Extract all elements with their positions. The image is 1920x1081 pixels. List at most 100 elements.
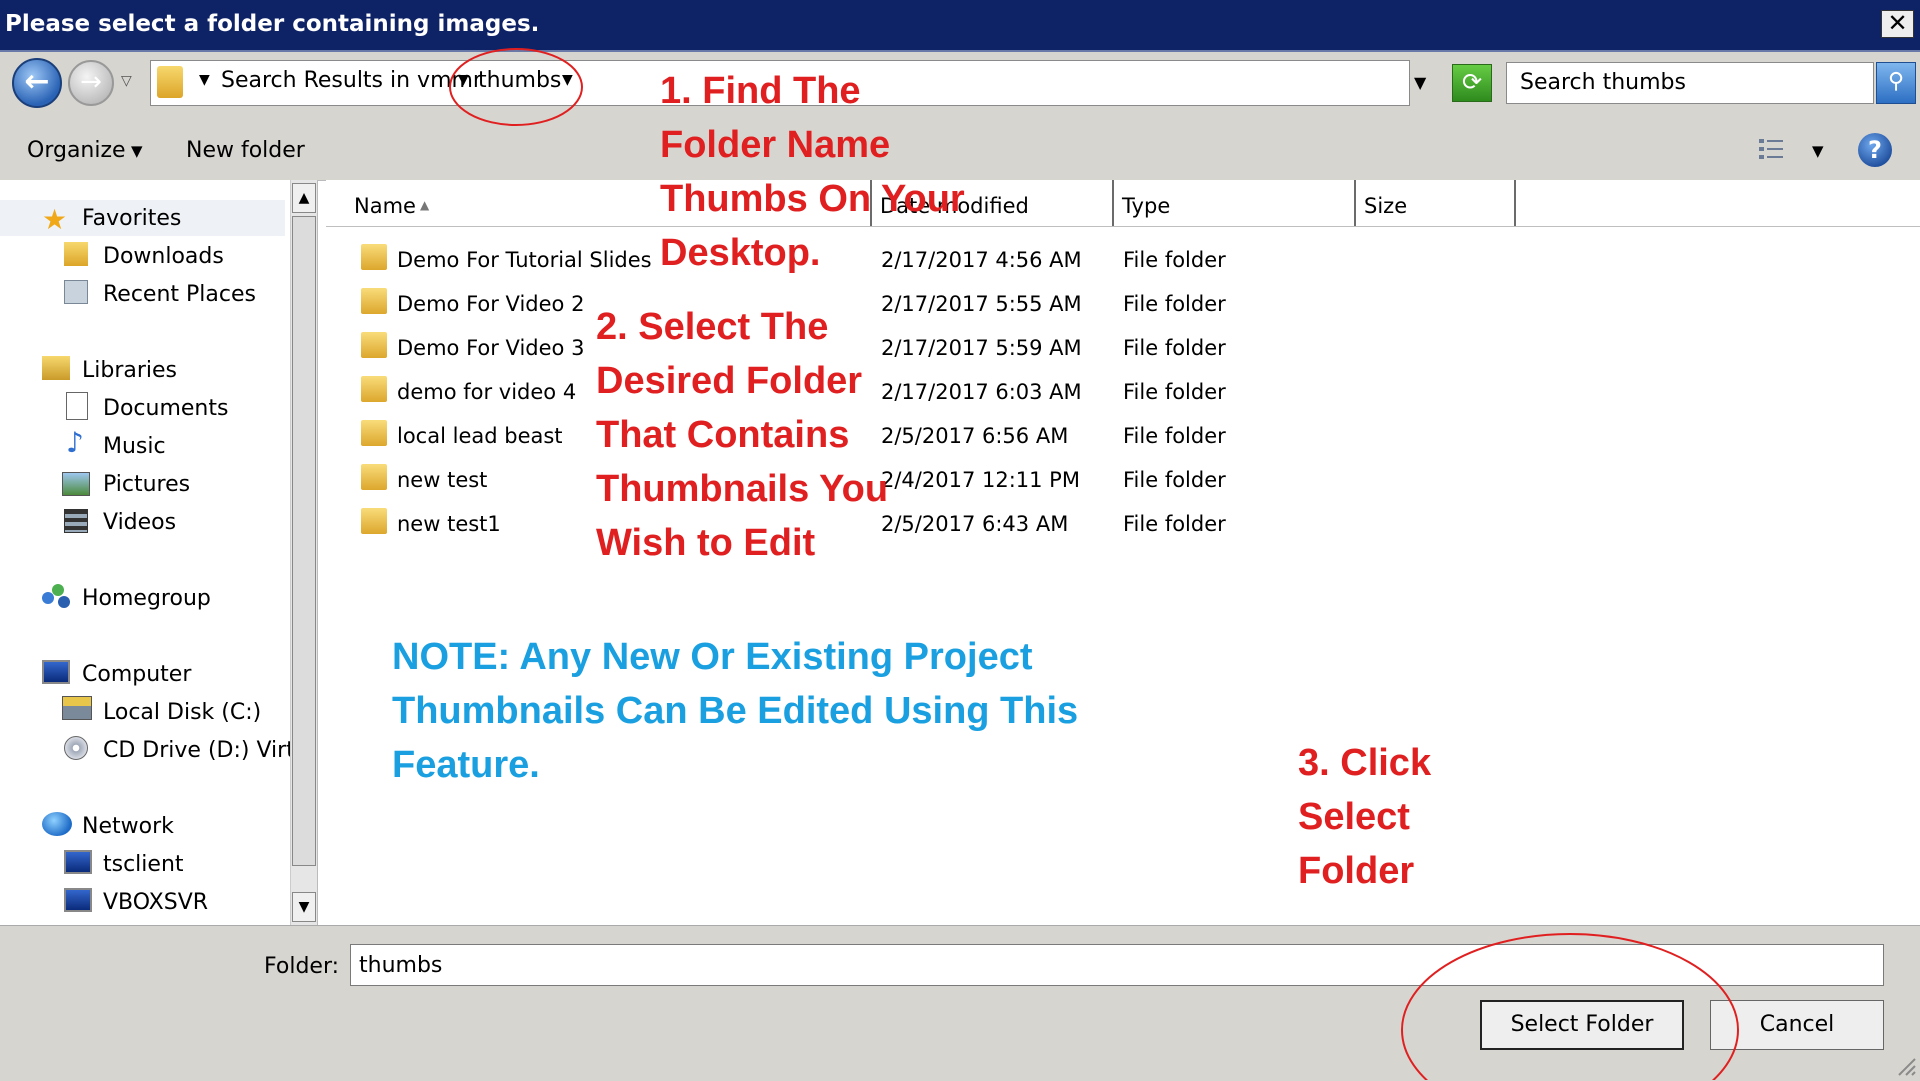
file-type: File folder	[1123, 380, 1226, 404]
folder-name-input[interactable]	[350, 944, 1884, 986]
window-title: Please select a folder containing images…	[5, 11, 540, 37]
annotation-note: NOTE: Any New Or Existing Project Thumbn…	[392, 630, 1078, 792]
star-icon: ★	[42, 203, 68, 236]
help-button[interactable]: ?	[1858, 133, 1892, 167]
folder-icon	[361, 332, 387, 358]
libraries-icon	[42, 356, 70, 380]
nav-computer[interactable]: Computer	[82, 662, 191, 687]
file-date: 2/17/2017 5:55 AM	[881, 292, 1082, 316]
nav-pictures[interactable]: Pictures	[103, 472, 190, 497]
refresh-icon: ⟳	[1461, 68, 1483, 96]
select-folder-button[interactable]: Select Folder	[1480, 1000, 1684, 1050]
column-size[interactable]: Size	[1364, 194, 1407, 218]
annotation-line: Thumbs On Your	[660, 178, 965, 220]
pictures-icon	[62, 472, 90, 496]
file-date: 2/17/2017 6:03 AM	[881, 380, 1082, 404]
new-folder-button[interactable]: New folder	[186, 138, 305, 163]
nav-homegroup[interactable]: Homegroup	[82, 586, 211, 611]
address-dropdown-icon[interactable]: ▼	[1414, 73, 1426, 92]
annotation-line: 2. Select The	[596, 306, 829, 348]
documents-icon	[66, 392, 88, 420]
cancel-button[interactable]: Cancel	[1710, 1000, 1884, 1050]
organize-dropdown-icon[interactable]: ▼	[131, 142, 143, 160]
refresh-button[interactable]: ⟳	[1452, 64, 1492, 102]
column-name[interactable]: Name	[354, 194, 416, 218]
breadcrumb-search-results[interactable]: Search Results in vmmr	[221, 68, 482, 93]
column-separator[interactable]	[1112, 180, 1114, 226]
nav-network[interactable]: Network	[82, 814, 174, 839]
nav-documents[interactable]: Documents	[103, 396, 228, 421]
folder-icon	[361, 464, 387, 490]
forward-arrow-icon: →	[80, 67, 102, 97]
file-name: Demo For Video 3	[397, 336, 585, 360]
column-type[interactable]: Type	[1122, 194, 1170, 218]
file-name: Demo For Tutorial Slides	[397, 248, 652, 272]
views-dropdown-icon[interactable]: ▼	[1812, 142, 1824, 160]
help-icon: ?	[1868, 136, 1882, 164]
views-icon[interactable]	[1757, 136, 1787, 162]
file-type: File folder	[1123, 248, 1226, 272]
back-button[interactable]: ←	[12, 58, 62, 108]
computer-icon	[42, 660, 70, 684]
scroll-up-icon[interactable]: ▲	[292, 183, 316, 213]
annotation-line: 1. Find The	[660, 70, 861, 112]
folder-icon	[361, 244, 387, 270]
breadcrumb-arrow-icon[interactable]: ▼	[458, 72, 469, 88]
file-type: File folder	[1123, 292, 1226, 316]
organize-menu[interactable]: Organize	[27, 138, 126, 163]
folder-label: Folder:	[264, 954, 340, 979]
breadcrumb-arrow-icon[interactable]: ▼	[562, 72, 573, 88]
file-type: File folder	[1123, 512, 1226, 536]
close-button[interactable]: ✕	[1881, 10, 1914, 38]
annotation-line: Folder	[1298, 850, 1415, 892]
forward-button[interactable]: →	[68, 60, 114, 106]
folder-icon	[361, 288, 387, 314]
breadcrumb-thumbs[interactable]: thumbs	[478, 68, 561, 93]
annotation-line: Desired Folder	[596, 360, 863, 402]
downloads-folder-icon	[64, 242, 88, 266]
videos-icon	[64, 509, 88, 533]
nav-recent-places[interactable]: Recent Places	[103, 282, 256, 307]
nav-vboxsvr[interactable]: VBOXSVR	[103, 890, 208, 915]
annotation-line: 3. Click	[1298, 742, 1432, 784]
back-arrow-icon: ←	[24, 64, 50, 99]
file-date: 2/17/2017 5:59 AM	[881, 336, 1082, 360]
breadcrumb-arrow-icon[interactable]: ▼	[199, 72, 210, 88]
file-date: 2/5/2017 6:56 AM	[881, 424, 1069, 448]
annotation-step3: 3. Click Select Folder	[1298, 736, 1431, 898]
homegroup-icon	[42, 584, 72, 610]
search-input[interactable]: Search thumbs	[1520, 70, 1686, 95]
scrollbar-thumb[interactable]	[292, 216, 316, 866]
scroll-down-icon[interactable]: ▼	[292, 892, 316, 922]
annotation-line: NOTE: Any New Or Existing Project	[392, 636, 1033, 678]
annotation-line: Wish to Edit	[596, 522, 816, 564]
file-date: 2/4/2017 12:11 PM	[881, 468, 1080, 492]
file-date: 2/5/2017 6:43 AM	[881, 512, 1069, 536]
network-computer-icon	[64, 888, 92, 912]
local-disk-icon	[62, 696, 92, 720]
nav-downloads[interactable]: Downloads	[103, 244, 224, 269]
nav-local-disk[interactable]: Local Disk (C:)	[103, 700, 261, 725]
column-separator[interactable]	[1354, 180, 1356, 226]
nav-cd-drive[interactable]: CD Drive (D:) Virtu	[103, 738, 309, 763]
network-computer-icon	[64, 850, 92, 874]
folder-icon	[361, 376, 387, 402]
annotation-line: Select	[1298, 796, 1410, 838]
search-button[interactable]: ⚲	[1876, 62, 1916, 104]
file-type: File folder	[1123, 336, 1226, 360]
network-icon	[42, 812, 72, 836]
annotation-line: Desktop.	[660, 232, 821, 274]
column-separator[interactable]	[1514, 180, 1516, 226]
file-name: demo for video 4	[397, 380, 577, 404]
nav-libraries[interactable]: Libraries	[82, 358, 177, 383]
nav-videos[interactable]: Videos	[103, 510, 176, 535]
nav-music[interactable]: Music	[103, 434, 166, 459]
sort-ascending-icon: ▲	[420, 198, 430, 212]
nav-tsclient[interactable]: tsclient	[103, 852, 184, 877]
folder-icon	[157, 66, 183, 98]
resize-grip-icon[interactable]	[1895, 1055, 1917, 1077]
nav-favorites[interactable]: Favorites	[82, 206, 181, 231]
file-name: new test1	[397, 512, 501, 536]
file-type: File folder	[1123, 424, 1226, 448]
history-dropdown-icon[interactable]: ▽	[121, 73, 132, 89]
